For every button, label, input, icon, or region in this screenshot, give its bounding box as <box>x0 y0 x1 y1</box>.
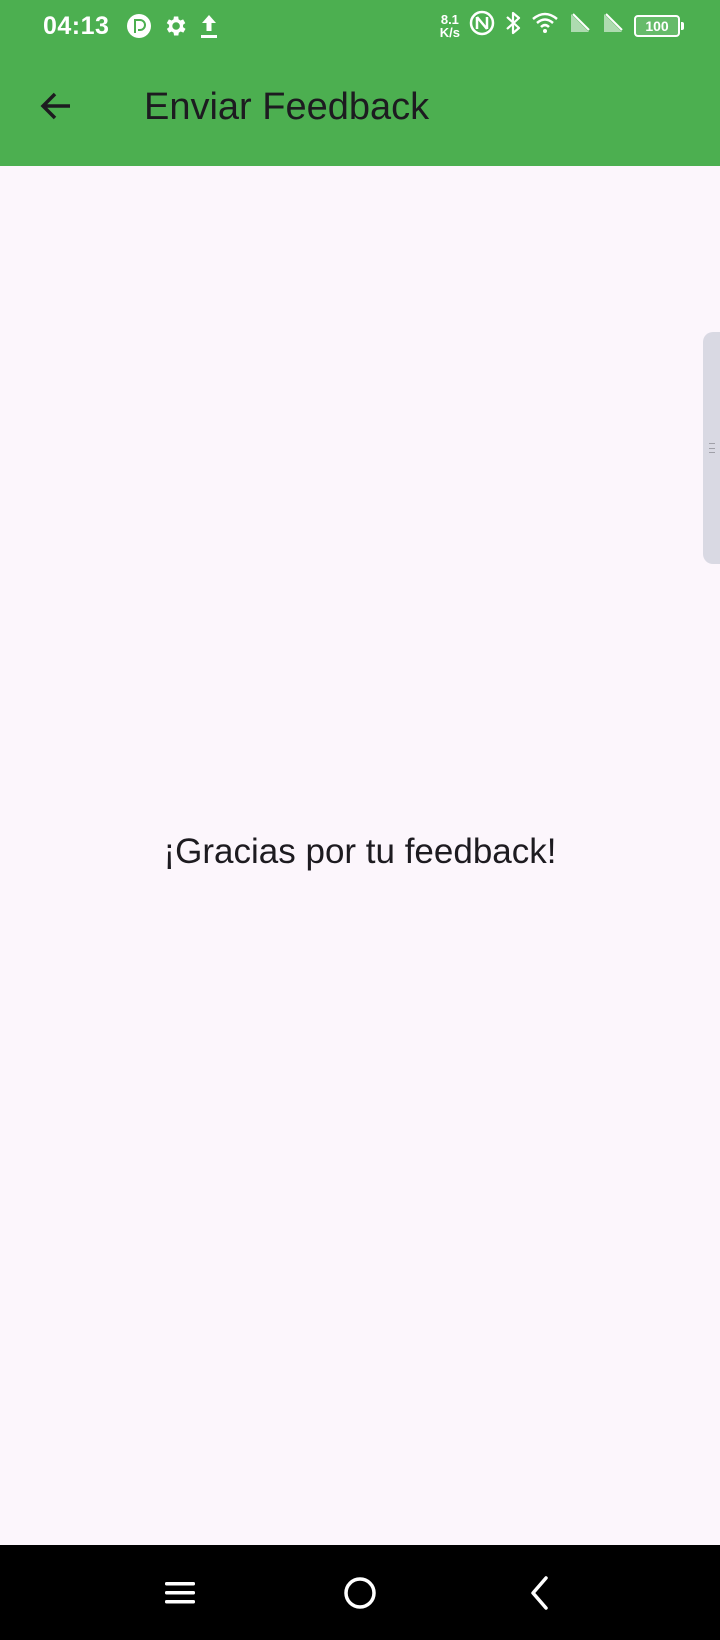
page-title: Enviar Feedback <box>144 86 430 128</box>
grip-icon <box>708 443 715 453</box>
battery-icon: 100 <box>634 14 684 37</box>
status-right-icons: 8.1 K/s 100 <box>440 10 684 41</box>
wifi-icon <box>531 10 559 41</box>
thank-you-message: ¡Gracias por tu feedback! <box>163 832 557 871</box>
recent-apps-button[interactable] <box>154 1567 206 1619</box>
battery-level: 100 <box>645 17 669 34</box>
home-icon <box>344 1577 376 1609</box>
top-region: 04:13 8.1 K/s 100 Enviar Feedback <box>0 0 720 166</box>
nav-back-button[interactable] <box>514 1567 566 1619</box>
bluetooth-icon <box>504 10 522 41</box>
arrow-back-icon <box>40 92 70 120</box>
back-button[interactable] <box>30 80 82 132</box>
net-speed-unit: K/s <box>439 24 460 40</box>
status-left-icons <box>126 13 220 44</box>
status-bar: 04:13 8.1 K/s 100 <box>0 0 720 56</box>
pocket-casts-icon <box>126 13 152 44</box>
back-icon <box>531 1576 548 1610</box>
upload-icon <box>198 13 220 44</box>
navigation-bar <box>0 1545 720 1640</box>
app-bar: Enviar Feedback <box>0 56 720 166</box>
nfc-icon <box>469 10 495 41</box>
no-sim-icon <box>601 11 625 40</box>
net-speed-value: 8.1 <box>440 11 459 27</box>
no-sim-icon <box>568 11 592 40</box>
status-time: 04:13 <box>43 12 110 40</box>
home-button[interactable] <box>334 1567 386 1619</box>
menu-icon <box>165 1582 195 1604</box>
settings-icon <box>162 13 188 44</box>
net-speed: 8.1 K/s <box>440 13 460 39</box>
edge-panel-handle[interactable] <box>703 332 720 564</box>
